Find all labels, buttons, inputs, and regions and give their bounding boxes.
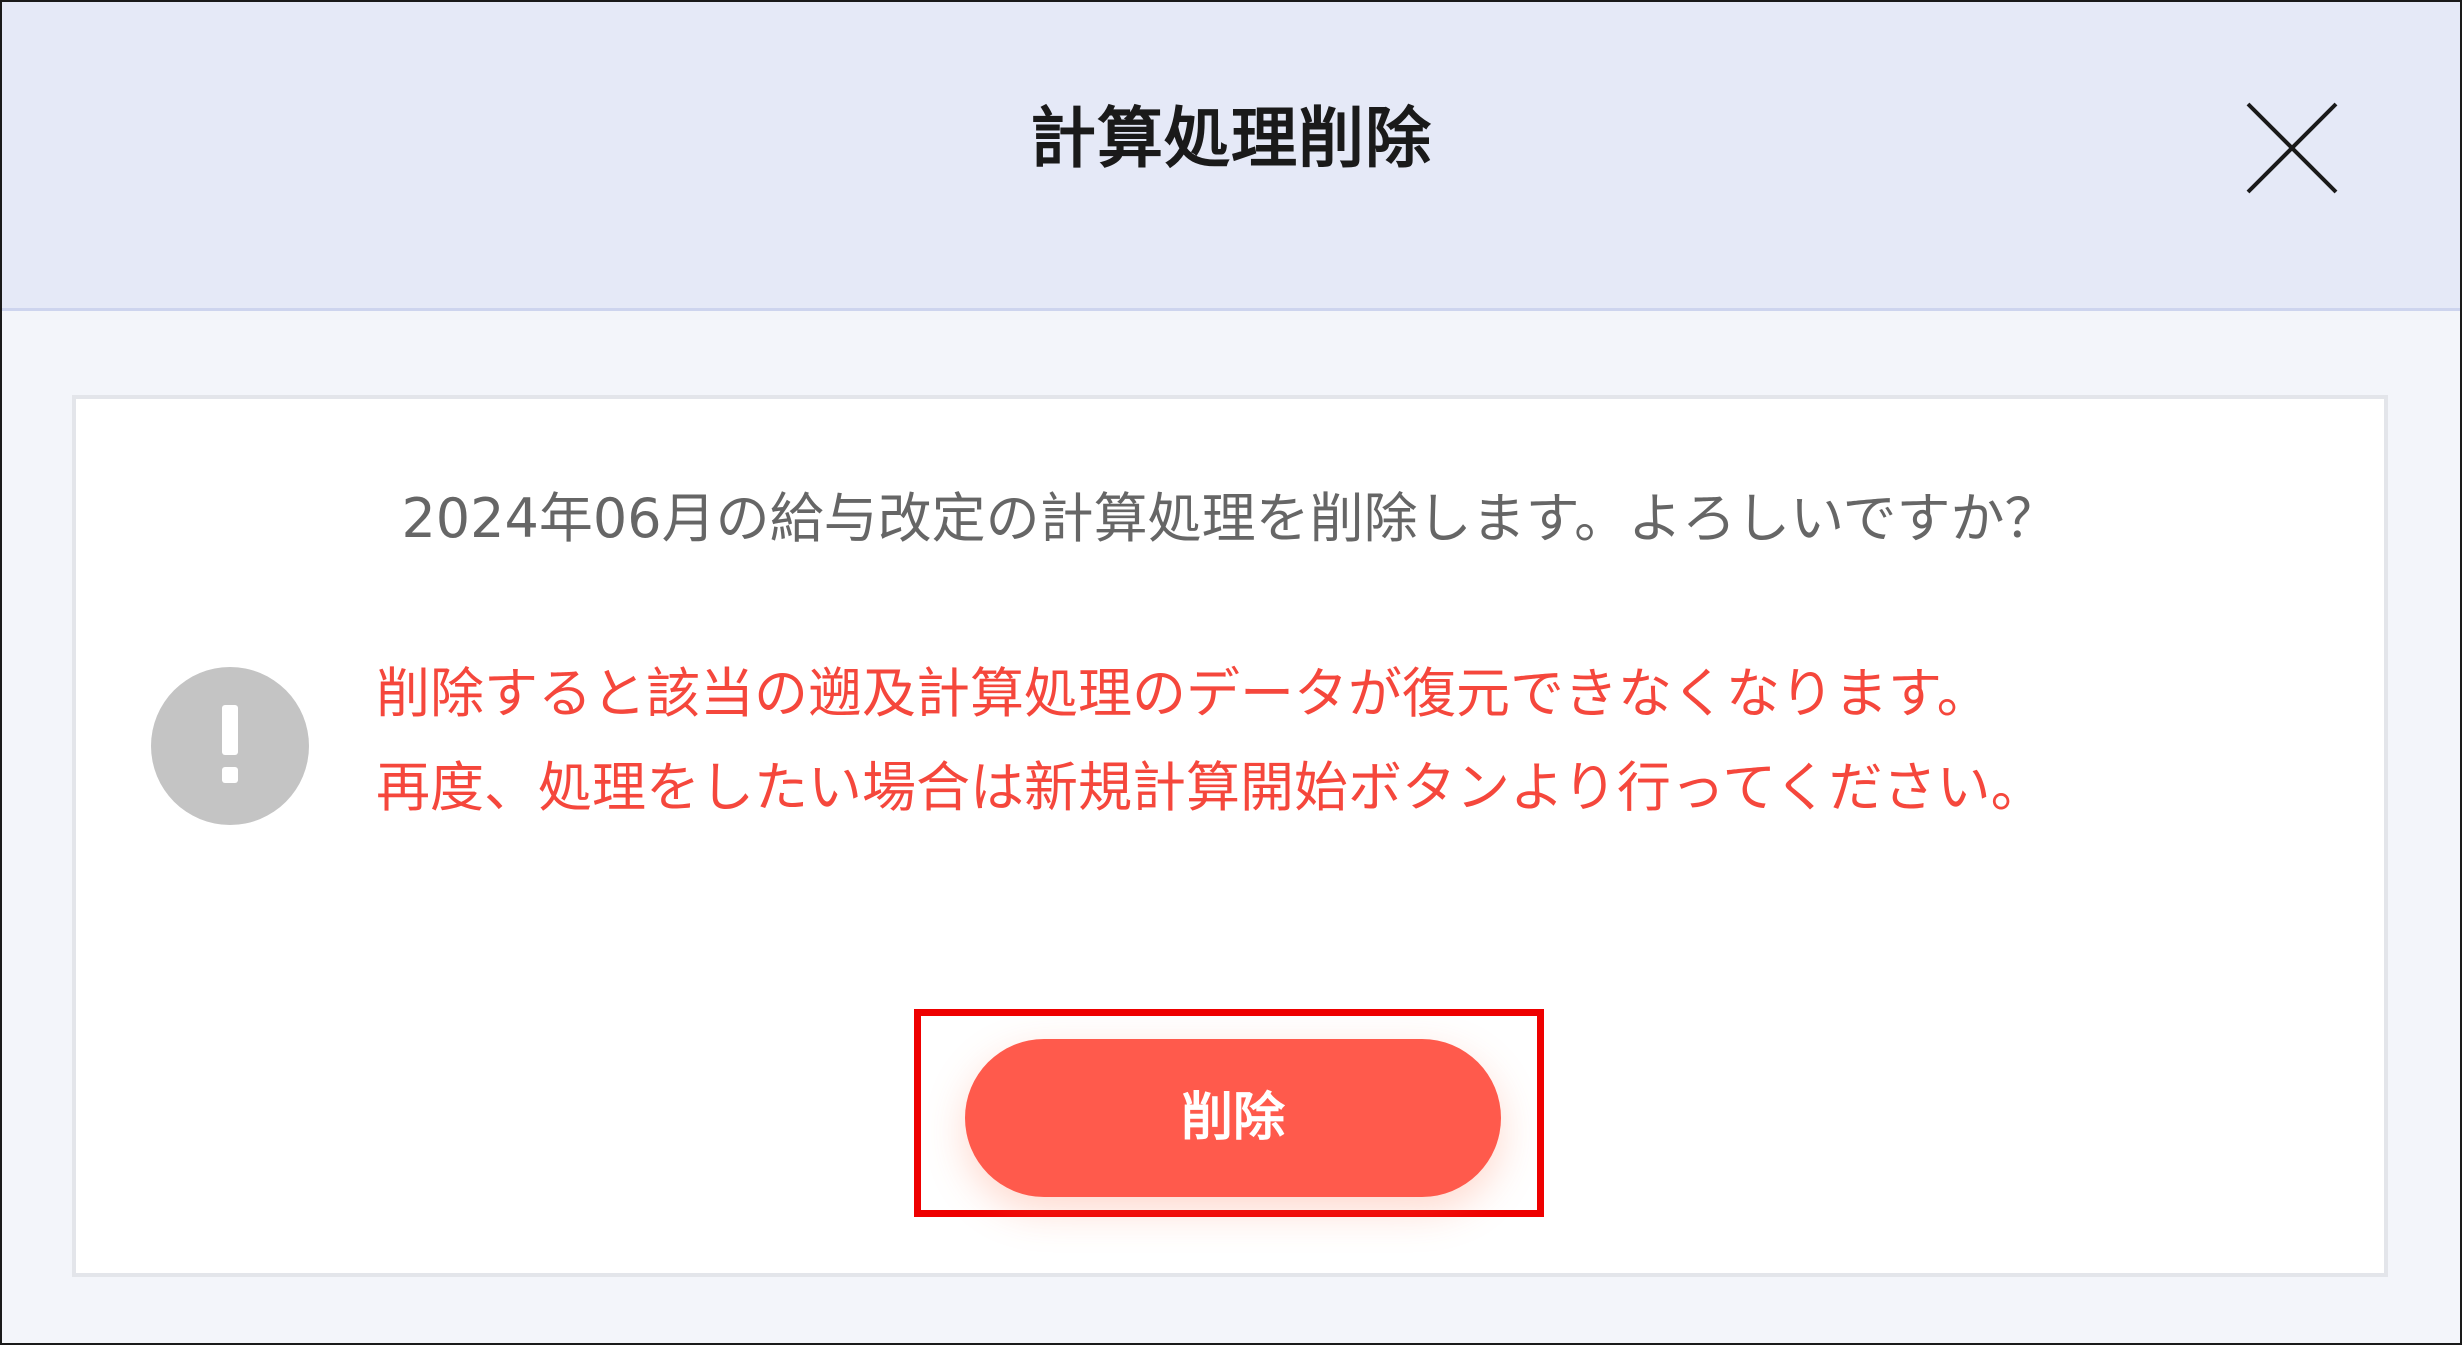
confirm-message: 2024年06月の給与改定の計算処理を削除します。よろしいですか？ (401, 487, 2059, 550)
delete-button[interactable]: 削除 (965, 1039, 1501, 1197)
exclamation-circle-icon (151, 667, 309, 825)
dialog-content: 2024年06月の給与改定の計算処理を削除します。よろしいですか？ 削除すると該… (72, 395, 2388, 1277)
delete-calculation-dialog: 計算処理削除 2024年06月の給与改定の計算処理を削除します。よろしいですか？… (0, 0, 2462, 1345)
warning-line-2: 再度、処理をしたい場合は新規計算開始ボタンより行ってください。 (376, 756, 2045, 819)
dialog-header: 計算処理削除 (2, 2, 2460, 311)
dialog-title: 計算処理削除 (1030, 100, 1432, 177)
warning-message: 削除すると該当の遡及計算処理のデータが復元できなくなります。 再度、処理をしたい… (376, 647, 2045, 835)
warning-line-1: 削除すると該当の遡及計算処理のデータが復元できなくなります。 (376, 662, 1991, 725)
close-icon[interactable] (2242, 98, 2342, 198)
close-button[interactable] (2242, 98, 2342, 198)
